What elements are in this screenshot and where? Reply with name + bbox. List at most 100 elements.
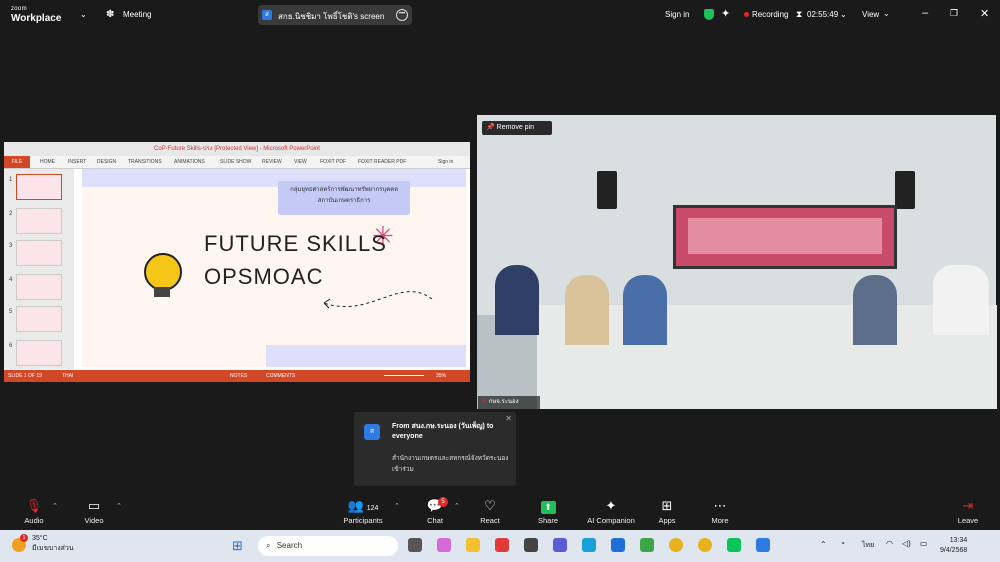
video-button[interactable]: ▭ Video (64, 492, 124, 530)
video-chevron-icon[interactable]: ⌃ (116, 502, 122, 510)
close-icon[interactable]: ✕ (980, 7, 989, 20)
teams-icon[interactable] (553, 538, 567, 552)
taskbar-clock[interactable]: 13:34 9/4/2568 (940, 536, 967, 556)
wifi-icon[interactable]: ◠ (886, 539, 893, 548)
slide-org-line2: สถาบันเกษตราธิการ (317, 198, 371, 204)
minimize-icon[interactable]: – (922, 7, 928, 19)
audio-chevron-icon[interactable]: ⌃ (52, 502, 58, 510)
participant-video[interactable] (477, 115, 997, 409)
ppt-menu-view[interactable]: VIEW (294, 156, 307, 168)
recording-label[interactable]: Recording (752, 10, 788, 19)
search-icon: ⌕ (266, 541, 271, 550)
view-button[interactable]: View (862, 10, 879, 19)
chat-notification[interactable]: ✕ ส From สนง.กษ.ระนอง (วันเพ็ญ) to every… (354, 412, 516, 486)
ppt-menu-design[interactable]: DESIGN (97, 156, 116, 168)
app-icon[interactable] (495, 538, 509, 552)
copilot-icon[interactable] (437, 538, 451, 552)
ppt-menu-insert[interactable]: INSERT (68, 156, 86, 168)
share-up-arrow-icon: ⬆ (518, 498, 578, 514)
zoom-slider[interactable] (384, 375, 424, 376)
share-button[interactable]: ⬆ Share (518, 492, 578, 530)
slide-canvas[interactable]: กลุ่มยุทธศาสตร์การพัฒนาทรัพยากรบุคคล สถา… (82, 169, 466, 367)
restore-icon[interactable]: ❐ (950, 8, 958, 19)
react-button[interactable]: ♡ React (460, 492, 520, 530)
audio-button[interactable]: 🎙 Audio (4, 492, 64, 530)
file-explorer-icon[interactable] (466, 538, 480, 552)
ppt-menu-animations[interactable]: ANIMATIONS (174, 156, 205, 168)
app-icon[interactable] (524, 538, 538, 552)
zoom-icon[interactable] (756, 538, 770, 552)
ppt-signin[interactable]: Sign in (438, 156, 453, 168)
language-indicator: THAI (62, 373, 74, 379)
sender-avatar: ส (364, 424, 380, 440)
participants-button[interactable]: 👥 124 Participants (333, 492, 393, 530)
more-options-icon[interactable]: ••• (396, 9, 408, 21)
participant-name: กษจ.ระนอง (488, 399, 519, 405)
meeting-label[interactable]: Meeting (123, 10, 151, 19)
view-chevron-icon[interactable]: ⌄ (883, 9, 890, 18)
slide-thumbnail[interactable] (16, 240, 62, 266)
ppt-file-tab[interactable]: FILE (4, 156, 30, 168)
shared-screen[interactable]: CoP-Future Skills-ปรง [Protected View] -… (4, 142, 470, 382)
chat-chevron-icon[interactable]: ⌃ (454, 502, 460, 510)
person-figure (565, 275, 609, 345)
chat-unread-badge: 5 (438, 497, 448, 507)
zoom-percent[interactable]: 35% (436, 370, 446, 382)
dashed-arrow-doodle-icon (323, 291, 433, 309)
app-icon[interactable] (640, 538, 654, 552)
shield-icon[interactable] (704, 9, 714, 20)
leave-label: Leave (957, 516, 979, 525)
edge-icon[interactable] (582, 538, 596, 552)
taskbar-search[interactable]: ⌕ Search (258, 536, 398, 556)
ppt-menu-home[interactable]: HOME (40, 156, 55, 168)
remove-pin-button[interactable]: 📌 Remove pin (482, 121, 552, 135)
tray-app-icon[interactable]: ◔ (840, 539, 845, 548)
leave-button[interactable]: ⇥ Leave (938, 492, 998, 530)
share-indicator[interactable]: ส สกธ.นิชชิมา โพธิ์โชติ's screen ••• (258, 5, 412, 25)
chrome-icon[interactable] (698, 538, 712, 552)
ppt-menu-foxitpdf[interactable]: FOXIT PDF (320, 156, 346, 168)
thumb-number: 3 (9, 243, 13, 249)
windows-start-icon[interactable]: ⊞ (232, 538, 247, 553)
slide-thumbnails: 1 2 3 4 5 6 (4, 169, 74, 369)
share-label: Share (537, 516, 558, 525)
ppt-menu-transitions[interactable]: TRANSITIONS (128, 156, 162, 168)
volume-icon[interactable]: ◁) (902, 539, 911, 548)
ppt-menu-foxitreader[interactable]: FOXIT READER PDF (358, 156, 406, 168)
weather-widget[interactable]: 35°C มีเมฆบางส่วน (32, 534, 74, 554)
tray-chevron-icon[interactable]: ⌃ (820, 540, 827, 549)
comments-button[interactable]: COMMENTS (266, 370, 295, 382)
slide-thumbnail[interactable] (16, 274, 62, 300)
sparkle-icon[interactable]: ✦ (721, 7, 730, 20)
slide-thumbnail[interactable] (16, 174, 62, 200)
task-view-icon[interactable] (408, 538, 422, 552)
timer-chevron-icon[interactable]: ⌄ (840, 10, 847, 19)
ppt-menu-slideshow[interactable]: SLIDE SHOW (220, 156, 251, 168)
ai-companion-button[interactable]: ✦ AI Companion (580, 492, 642, 530)
os-taskbar: 1 35°C มีเมฆบางส่วน ⊞ ⌕ Search ⌃ ◔ ไทย ◠… (0, 530, 1000, 562)
apps-button[interactable]: ⊞ Apps (637, 492, 697, 530)
language-indicator[interactable]: ไทย (862, 540, 874, 551)
slide-thumbnail[interactable] (16, 208, 62, 234)
chrome-icon[interactable] (669, 538, 683, 552)
video-label: Video (84, 516, 104, 525)
slide-thumbnail[interactable] (16, 340, 62, 366)
ppt-menu-review[interactable]: REVIEW (262, 156, 282, 168)
chat-header: From สนง.กษ.ระนอง (วันเพ็ญ) to everyone (392, 423, 494, 440)
slide-counter: SLIDE 1 OF 19 (8, 373, 42, 379)
signin-link[interactable]: Sign in (665, 10, 689, 19)
ai-companion-label: AI Companion (587, 516, 635, 525)
top-bar: zoom Workplace ⌄ ✽ Meeting ส สกธ.นิชชิมา… (0, 0, 1000, 30)
person-figure (495, 265, 539, 335)
slide-thumbnail[interactable] (16, 306, 62, 332)
meeting-info-icon[interactable]: ✽ (106, 9, 114, 20)
participants-chevron-icon[interactable]: ⌃ (394, 502, 400, 510)
chevron-down-icon[interactable]: ⌄ (80, 10, 87, 19)
battery-icon[interactable]: ▭ (920, 539, 928, 548)
more-button[interactable]: ⋯ More (690, 492, 750, 530)
slide-decor-bottom (266, 345, 466, 367)
chat-button[interactable]: 💬 Chat (405, 492, 465, 530)
line-icon[interactable] (727, 538, 741, 552)
notes-button[interactable]: NOTES (230, 370, 247, 382)
store-icon[interactable] (611, 538, 625, 552)
